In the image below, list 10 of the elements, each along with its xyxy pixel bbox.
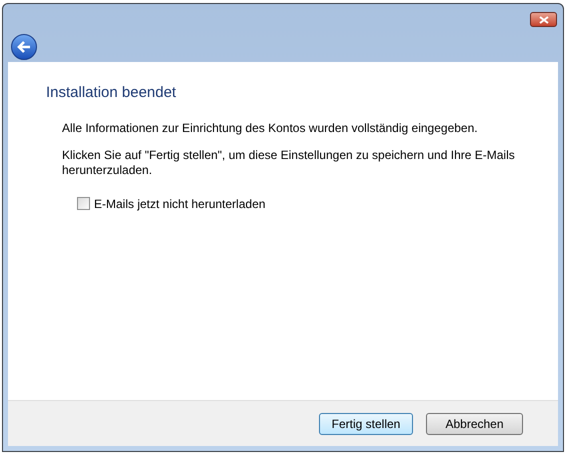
back-arrow-icon xyxy=(17,41,31,53)
close-icon xyxy=(538,16,548,24)
back-button[interactable] xyxy=(11,34,37,60)
page-heading: Installation beendet xyxy=(46,83,178,103)
info-text: Alle Informationen zur Einrichtung des Kontos wurden vollständig eingegeben. xyxy=(62,120,479,136)
info-text: Klicken Sie auf "Fertig stellen", um diese Einstellungen zu speichern und Ihre E-Mails herunterzuladen. xyxy=(62,148,516,178)
close-button[interactable] xyxy=(530,12,557,27)
cancel-button[interactable]: Abbrechen xyxy=(426,412,523,434)
finish-button[interactable]: Fertig stellen xyxy=(319,412,413,434)
skip-download-checkbox[interactable]: E-Mails jetzt nicht herunterladen xyxy=(77,194,266,212)
